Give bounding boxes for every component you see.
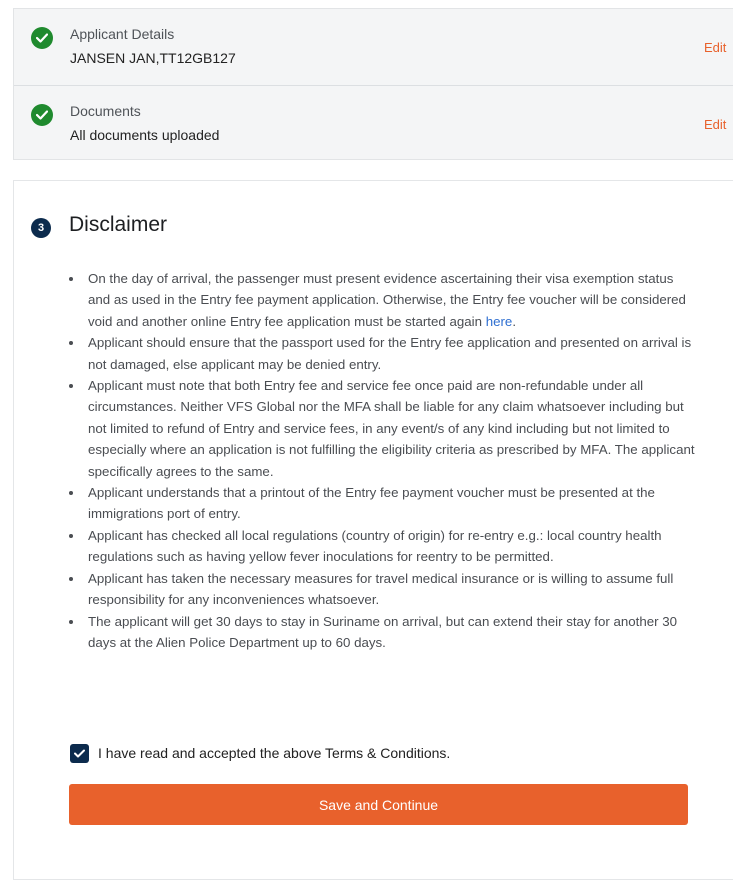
save-and-continue-button[interactable]: Save and Continue: [69, 784, 688, 825]
terms-list-item: Applicant must note that both Entry fee …: [67, 375, 697, 482]
terms-consent-checkbox[interactable]: [70, 744, 89, 763]
bullet-icon: [69, 491, 73, 496]
terms-list-item: On the day of arrival, the passenger mus…: [67, 268, 697, 332]
terms-consent-label[interactable]: I have read and accepted the above Terms…: [98, 745, 450, 761]
summary-row-documents: Documents All documents uploaded Edit: [14, 86, 733, 162]
step-number-badge: 3: [31, 218, 51, 238]
terms-list-item: Applicant understands that a printout of…: [67, 482, 697, 525]
terms-list: On the day of arrival, the passenger mus…: [67, 268, 697, 653]
term-text: On the day of arrival, the passenger mus…: [88, 271, 686, 329]
terms-list-item: Applicant has checked all local regulati…: [67, 525, 697, 568]
term-text: Applicant should ensure that the passpor…: [88, 335, 692, 372]
summary-row-title: Applicant Details: [70, 26, 175, 42]
bullet-icon: [69, 533, 73, 538]
check-circle-icon: [31, 27, 53, 49]
bullet-icon: [69, 576, 73, 581]
edit-applicant-details-link[interactable]: Edit: [704, 40, 726, 55]
term-text: Applicant has taken the necessary measur…: [88, 570, 674, 608]
disclaimer-section: 3 Disclaimer On the day of arrival, the …: [13, 180, 733, 880]
edit-documents-link[interactable]: Edit: [704, 117, 726, 132]
bullet-icon: [69, 277, 73, 281]
term-text-suffix: .: [512, 313, 517, 329]
summary-row-title: Documents: [70, 103, 141, 119]
here-link[interactable]: here: [486, 314, 513, 329]
check-circle-icon: [31, 104, 53, 126]
section-title: Disclaimer: [69, 213, 168, 236]
terms-list-item: Applicant should ensure that the passpor…: [67, 332, 697, 375]
term-text: Applicant must note that both Entry fee …: [88, 378, 695, 479]
term-text: Applicant understands that a printout of…: [88, 485, 655, 522]
summary-row-value: JANSEN JAN,TT12GB127: [70, 50, 236, 66]
term-text: Applicant has checked all local regulati…: [88, 527, 662, 565]
terms-list-item: Applicant has taken the necessary measur…: [67, 568, 697, 611]
bullet-icon: [69, 341, 73, 346]
term-text: The applicant will get 30 days to stay i…: [88, 613, 678, 650]
application-summary-card: Applicant Details JANSEN JAN,TT12GB127 E…: [13, 8, 733, 160]
checkmark-icon: [74, 749, 85, 758]
terms-list-item: The applicant will get 30 days to stay i…: [67, 611, 697, 654]
bullet-icon: [69, 384, 73, 389]
summary-row-applicant-details: Applicant Details JANSEN JAN,TT12GB127 E…: [14, 9, 733, 85]
summary-row-value: All documents uploaded: [70, 127, 220, 143]
bullet-icon: [69, 619, 73, 624]
